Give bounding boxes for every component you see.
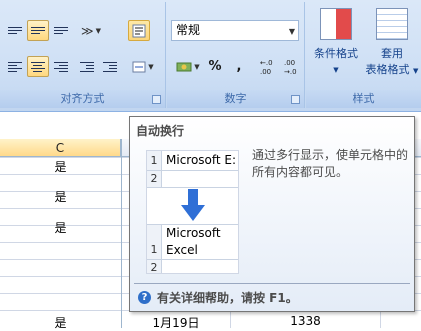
tooltip-description: 通过多行显示，使单元格中的所有内容都可见。	[252, 148, 409, 179]
dropdown-arrow-icon: ▼	[95, 26, 101, 35]
merge-center-button[interactable]: ▼	[128, 56, 158, 77]
decrease-decimal-button[interactable]: .00 →.0	[279, 54, 301, 80]
alignment-group: ≫ ▼ ▼ 对齐方式	[0, 2, 166, 108]
merge-cells-icon	[132, 61, 146, 72]
number-format-select[interactable]: 常规 ▼	[171, 20, 299, 41]
preview-row-header-2b: 2	[147, 260, 162, 273]
preview-divider	[147, 187, 238, 188]
number-group: 常规 ▼ ▼ % , ←.0 .00 .00 →.0 数字	[167, 2, 305, 108]
conditional-format-icon	[320, 8, 352, 40]
percent-symbol: %	[208, 59, 222, 74]
preview-after-line-1: Microsoft	[166, 226, 221, 240]
format-table-icon	[376, 8, 408, 40]
dropdown-arrow-icon: ▼	[413, 67, 419, 75]
decrease-indent-icon	[80, 61, 94, 72]
wrap-text-button[interactable]	[128, 20, 150, 41]
align-center-icon	[31, 61, 45, 72]
decrease-indent-button[interactable]	[76, 56, 98, 77]
preview-row-header-1: 1	[147, 151, 162, 170]
preview-after-line-2: Excel	[166, 243, 198, 257]
cell-c3[interactable]: 是	[0, 219, 121, 236]
bottom-align-icon	[54, 27, 68, 34]
styles-group-label: 样式	[306, 90, 421, 108]
preview-row-header-1b: 1	[147, 225, 162, 259]
currency-format-button[interactable]: ▼	[173, 56, 203, 77]
increase-indent-icon	[103, 61, 117, 72]
dropdown-arrow-icon: ▼	[333, 66, 339, 74]
tooltip-title: 自动换行	[136, 124, 185, 138]
format-as-table-button[interactable]: 套用 表格格式 ▼	[364, 6, 420, 86]
number-format-value: 常规	[176, 23, 201, 37]
cell-d4[interactable]: 1月19日	[122, 314, 230, 331]
conditional-format-label: 条件格式	[314, 47, 358, 60]
align-center-button[interactable]	[27, 56, 49, 77]
top-align-icon	[8, 27, 22, 34]
decrease-decimal-icon: .00 →.0	[284, 59, 297, 76]
increase-indent-button[interactable]	[99, 56, 121, 77]
middle-align-button[interactable]	[27, 20, 49, 41]
tooltip-help: ? 有关详细帮助，请按 F1。	[138, 289, 298, 306]
alignment-group-label: 对齐方式	[0, 90, 165, 108]
alignment-dialog-launcher-icon[interactable]	[152, 95, 161, 104]
bottom-align-button[interactable]	[50, 20, 72, 41]
down-arrow-icon	[181, 189, 205, 221]
increase-decimal-icon: ←.0 .00	[260, 59, 273, 76]
cell-c2[interactable]: 是	[0, 188, 121, 205]
align-left-button[interactable]	[4, 56, 26, 77]
comma-symbol: ,	[236, 59, 242, 74]
preview-before-text: Microsoft E:	[166, 153, 237, 167]
number-dialog-launcher-icon[interactable]	[291, 95, 300, 104]
wrap-text-icon	[132, 24, 146, 37]
percent-style-button[interactable]: %	[205, 56, 225, 77]
top-align-button[interactable]	[4, 20, 26, 41]
align-right-button[interactable]	[50, 56, 72, 77]
grid-line	[121, 139, 122, 328]
svg-text:.00: .00	[260, 68, 271, 76]
middle-align-icon	[31, 27, 45, 34]
conditional-format-button[interactable]: 条件格式 ▼	[308, 6, 364, 86]
cell-c4[interactable]: 是	[0, 314, 121, 331]
styles-group: 条件格式 ▼ 套用 表格格式 ▼ 样式	[306, 2, 421, 108]
wrap-text-tooltip: 自动换行 通过多行显示，使单元格中的所有内容都可见。 1 Microsoft E…	[129, 116, 415, 312]
column-header-c[interactable]: C	[0, 139, 121, 157]
help-icon: ?	[138, 291, 151, 304]
svg-text:←.0: ←.0	[260, 59, 273, 67]
dropdown-arrow-icon: ▼	[288, 27, 295, 36]
tooltip-divider	[134, 283, 410, 284]
wrap-text-preview: 1 Microsoft E: 2 1 Microsoft Excel 2	[146, 150, 239, 274]
dropdown-arrow-icon: ▼	[148, 62, 154, 71]
dropdown-arrow-icon: ▼	[194, 62, 200, 71]
align-left-icon	[8, 61, 22, 72]
format-as-table-label-2: 表格格式 ▼	[365, 63, 419, 76]
format-as-table-label-1: 套用	[381, 47, 403, 60]
orientation-button[interactable]: ≫ ▼	[76, 20, 106, 41]
cell-e4[interactable]: 1338	[231, 314, 380, 328]
align-right-icon	[54, 61, 68, 72]
preview-row-header-2: 2	[147, 171, 162, 187]
currency-icon	[176, 62, 192, 71]
ribbon: ≫ ▼ ▼ 对齐方式 常规 ▼ ▼ % , ←.0 .00 .00 →.0 数字…	[0, 0, 421, 112]
svg-text:→.0: →.0	[284, 68, 297, 76]
svg-text:.00: .00	[284, 59, 295, 67]
orientation-icon: ≫	[81, 23, 94, 38]
comma-style-button[interactable]: ,	[229, 56, 249, 77]
number-group-label: 数字	[167, 90, 304, 108]
cell-c1[interactable]: 是	[0, 158, 121, 175]
tooltip-help-text: 有关详细帮助，请按 F1。	[157, 291, 298, 305]
increase-decimal-button[interactable]: ←.0 .00	[255, 54, 277, 80]
